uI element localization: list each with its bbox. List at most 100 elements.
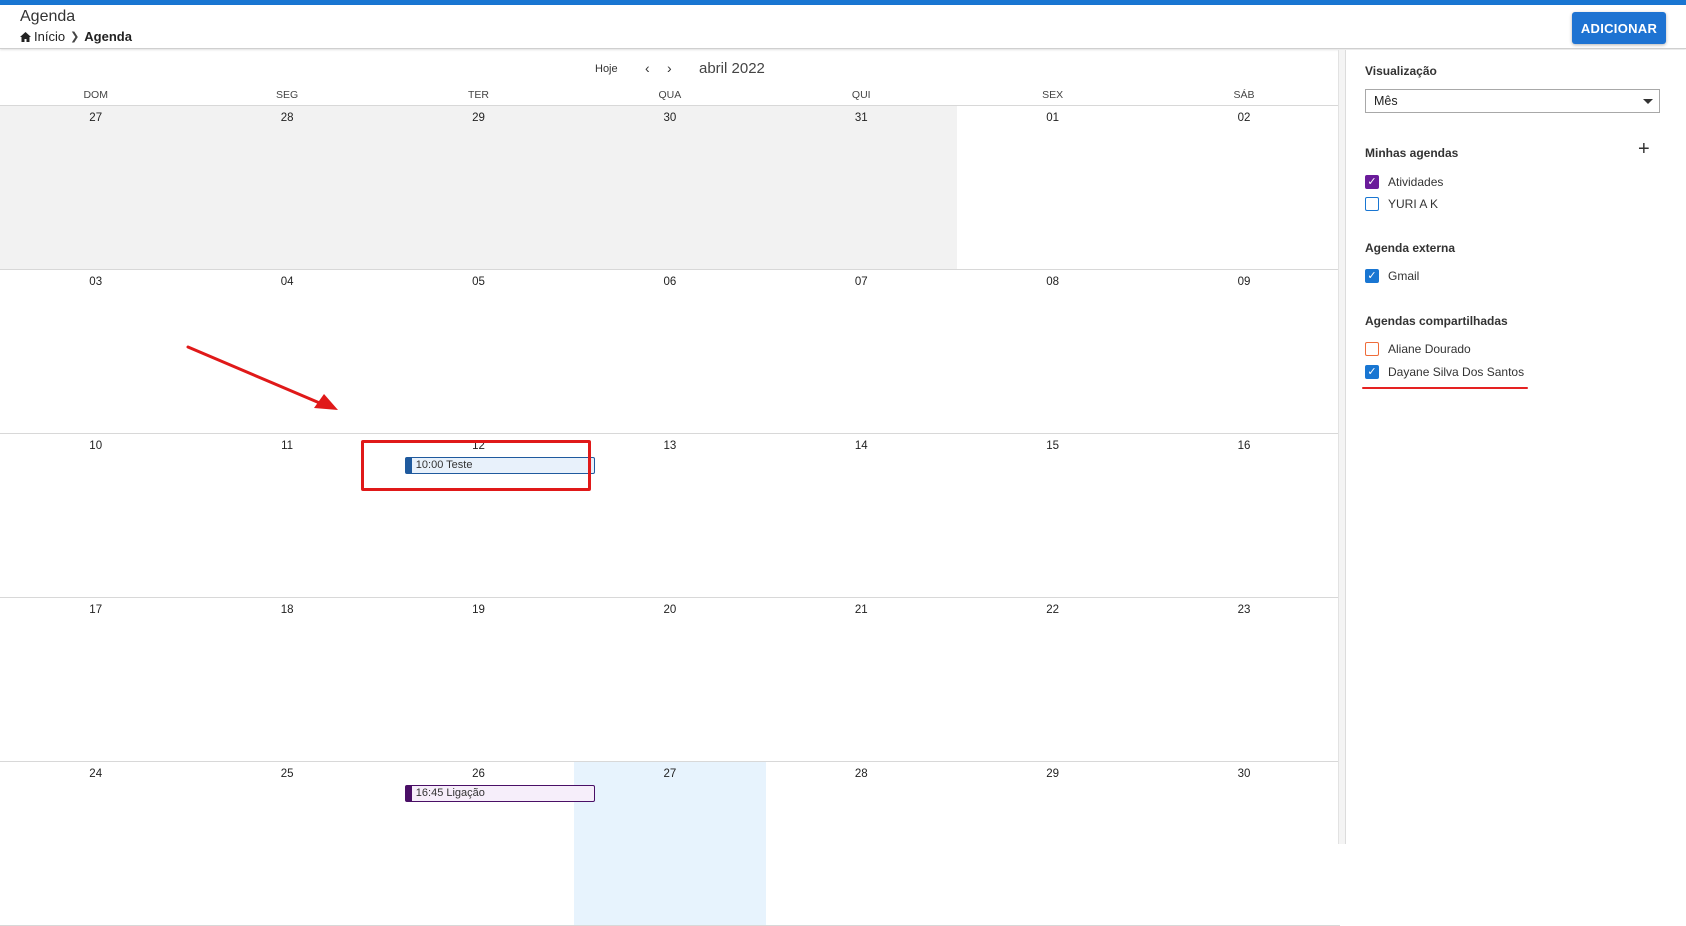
day-number: 22 [1046,604,1060,616]
day-number: 14 [854,440,868,452]
week-row: 10 11 12 10:00 Teste 13 14 15 16 [0,434,1340,598]
day-number: 31 [854,112,868,124]
day-cell[interactable]: 17 [0,598,191,761]
calendar-toggle[interactable]: ✓ Atividades [1365,175,1443,189]
day-cell[interactable]: 20 [574,598,765,761]
day-number: 23 [1237,604,1251,616]
day-cell[interactable]: 10 [0,434,191,597]
view-select[interactable]: Mês [1365,89,1660,113]
day-cell[interactable]: 23 [1148,598,1339,761]
day-cell[interactable]: 22 [957,598,1148,761]
external-calendar-label: Agenda externa [1365,241,1456,255]
calendar-toggle-label: Gmail [1388,269,1420,283]
calendar-toggle[interactable]: YURI A K [1365,197,1438,211]
weekday-label: DOM [83,89,108,101]
day-number: 04 [280,276,294,288]
calendar-nav: Hoje ‹ › abril 2022 [0,60,1340,82]
day-number: 18 [280,604,294,616]
calendar-scrollbar[interactable] [1338,50,1345,844]
day-cell[interactable]: 16 [1148,434,1339,597]
day-cell[interactable]: 05 [383,270,574,433]
day-number: 15 [1046,440,1060,452]
day-cell[interactable]: 21 [766,598,957,761]
day-cell[interactable]: 01 [957,106,1148,269]
calendar-month-view: Hoje ‹ › abril 2022 DOM SEG TER QUA QUI … [0,50,1340,926]
add-button[interactable]: ADICIONAR [1572,12,1666,44]
day-number: 03 [89,276,103,288]
checkbox-icon[interactable]: ✓ [1365,365,1379,379]
my-calendars-label: Minhas agendas [1365,146,1459,160]
chevron-right-icon[interactable]: › [667,60,672,76]
breadcrumb-current: Agenda [84,29,132,44]
day-number: 11 [281,440,294,452]
calendar-toggle[interactable]: Aliane Dourado [1365,342,1471,356]
weekday-label: SEG [275,89,299,101]
day-cell[interactable]: 15 [957,434,1148,597]
page-header: Agenda Início ❯ Agenda ADICIONAR [0,5,1686,49]
calendar-grid: 27 28 29 30 31 01 02 03 04 05 06 07 08 0… [0,106,1340,926]
view-label: Visualização [1365,64,1437,78]
checkbox-icon[interactable] [1365,342,1379,356]
day-number: 26 [472,768,485,780]
day-number: 28 [854,768,868,780]
chevron-left-icon[interactable]: ‹ [645,60,650,76]
day-number: 30 [1237,768,1251,780]
day-cell[interactable]: 19 [383,598,574,761]
day-cell[interactable]: 13 [574,434,765,597]
day-cell[interactable]: 11 [191,434,382,597]
dropdown-caret-icon [1643,99,1653,104]
day-number: 27 [89,112,103,124]
month-title: abril 2022 [699,60,765,77]
calendar-toggle-label: Atividades [1388,175,1444,189]
day-number: 21 [854,604,868,616]
weekday-label: SEX [1042,89,1064,101]
annotation-underline [1362,387,1528,389]
day-number: 20 [663,604,677,616]
day-cell[interactable]: 02 [1148,106,1339,269]
calendar-toggle-label: YURI A K [1388,197,1439,211]
checkbox-icon[interactable]: ✓ [1365,175,1379,189]
day-cell[interactable]: 03 [0,270,191,433]
day-cell[interactable]: 09 [1148,270,1339,433]
annotation-highlight-box [361,440,591,491]
day-number: 01 [1046,112,1060,124]
day-number: 07 [854,276,868,288]
day-cell[interactable]: 28 [191,106,383,269]
day-cell[interactable]: 07 [766,270,957,433]
weekday-label: QUI [851,89,871,101]
day-number: 06 [663,276,677,288]
day-cell[interactable]: 27 [0,106,192,269]
day-cell[interactable]: 31 [765,106,957,269]
breadcrumb-home-label: Início [34,29,66,44]
week-row: 27 28 29 30 31 01 02 [0,106,1340,270]
day-cell[interactable]: 14 [766,434,957,597]
today-button[interactable]: Hoje [595,63,618,75]
day-cell[interactable]: 30 [574,106,766,269]
day-cell[interactable]: 18 [191,598,382,761]
day-number: 29 [472,112,485,124]
day-number: 27 [663,768,677,780]
weekday-label: QUA [658,89,682,101]
day-cell[interactable]: 29 [382,106,575,269]
week-row: 24 25 26 16:45 Ligação 27 28 29 30 [0,762,1340,926]
calendar-toggle-label: Aliane Dourado [1388,342,1471,356]
checkbox-icon[interactable] [1365,197,1379,211]
plus-icon[interactable]: + [1638,139,1650,159]
checkbox-icon[interactable]: ✓ [1365,269,1379,283]
day-cell[interactable]: 08 [957,270,1148,433]
day-number: 30 [663,112,677,124]
week-row: 17 18 19 20 21 22 23 [0,598,1340,762]
calendar-event[interactable]: 16:45 Ligação [404,785,595,802]
day-number: 17 [89,604,103,616]
day-number: 19 [472,604,485,616]
calendar-toggle[interactable]: ✓ Dayane Silva Dos Santos [1365,365,1524,379]
calendar-toggle[interactable]: ✓ Gmail [1365,269,1419,283]
breadcrumb-home[interactable]: Início [20,29,65,44]
calendar-sidebar: Visualização Mês Minhas agendas + ✓ Ativ… [1345,50,1686,844]
day-cell[interactable]: 06 [574,270,765,433]
day-number: 10 [89,440,103,452]
breadcrumb: Início ❯ Agenda [20,29,132,44]
shared-calendars-label: Agendas compartilhadas [1365,314,1508,328]
day-number: 25 [280,768,294,780]
day-number: 05 [472,276,485,288]
